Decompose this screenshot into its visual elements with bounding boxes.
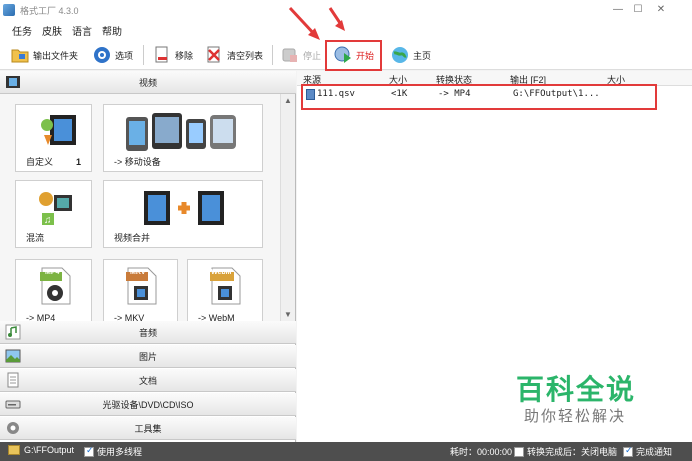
- tile-mux[interactable]: ♫ 混流: [15, 180, 92, 248]
- multithread-label: 使用多线程: [97, 447, 143, 457]
- tile-badge: WebM: [211, 269, 232, 276]
- video-merge-icon: [144, 191, 224, 225]
- remove-button[interactable]: 移除: [152, 44, 193, 66]
- tile-to-mkv[interactable]: MKV -> MKV: [103, 259, 178, 321]
- clear-list-label: 清空列表: [227, 50, 264, 61]
- checkbox-icon: [623, 445, 633, 457]
- section-document-label: 文档: [138, 375, 157, 386]
- svg-text:♫: ♫: [44, 215, 52, 226]
- tile-custom[interactable]: 自定义 1: [15, 104, 92, 172]
- window-title: 格式工厂 4.3.0: [20, 5, 79, 16]
- tile-count: 1: [75, 157, 81, 167]
- notify-label: 完成通知: [636, 447, 673, 457]
- clear-list-button[interactable]: 清空列表: [204, 44, 263, 66]
- watermark-subtitle: 助你轻松解决: [524, 407, 627, 425]
- tile-label: -> 移动设备: [114, 157, 161, 167]
- tile-video-merge[interactable]: 视频合并: [103, 180, 263, 248]
- home-label: 主页: [413, 50, 432, 61]
- elapsed-label: 耗时：00:00:00: [450, 447, 513, 457]
- tile-label: 混流: [26, 233, 45, 243]
- output-folder-button[interactable]: 输出文件夹: [10, 44, 78, 66]
- section-disc-label: 光驱设备\DVD\CD\ISO: [102, 399, 194, 410]
- tile-to-webm[interactable]: WebM -> WebM: [187, 259, 263, 321]
- section-disc[interactable]: 光驱设备\DVD\CD\ISO: [0, 393, 296, 416]
- tile-badge: MP4: [45, 269, 60, 276]
- folder-icon: [11, 49, 29, 63]
- remove-icon: [155, 46, 168, 63]
- watermark-title: 百科全说: [516, 373, 637, 406]
- tile-label: 视频合并: [114, 233, 151, 243]
- clear-list-icon: [207, 46, 220, 63]
- minimize-button[interactable]: —: [609, 3, 627, 17]
- output-folder-label: 输出文件夹: [33, 50, 79, 61]
- home-globe-icon: [392, 47, 408, 63]
- category-panel: 视频 自定义 1 -> 移动设备 ♫ 混流 视频合并 MP4 -> MP4 MK…: [0, 71, 296, 442]
- tile-to-mp4[interactable]: MP4 -> MP4: [15, 259, 92, 321]
- scroll-down-icon[interactable]: ▼: [284, 310, 292, 319]
- close-button[interactable]: ✕: [652, 3, 670, 17]
- options-button[interactable]: 选项: [92, 44, 133, 66]
- output-path-label: G:\FFOutput: [24, 445, 75, 455]
- menu-language[interactable]: 语言: [72, 23, 92, 38]
- tile-mobile-device[interactable]: -> 移动设备: [103, 104, 263, 172]
- tile-badge: MKV: [130, 269, 146, 276]
- remove-label: 移除: [175, 50, 194, 61]
- checkbox-icon: [84, 445, 94, 457]
- home-button[interactable]: 主页: [390, 44, 431, 66]
- section-video-label: 视频: [138, 77, 157, 88]
- scroll-up-icon[interactable]: ▲: [284, 96, 292, 105]
- mobile-devices-icon: [126, 113, 236, 151]
- disc-drive-icon: [5, 400, 21, 409]
- annotation-arrows: [288, 6, 345, 40]
- menu-help[interactable]: 帮助: [102, 23, 122, 38]
- elapsed-time: 耗时：00:00:00: [450, 445, 512, 458]
- section-video[interactable]: 视频: [0, 71, 296, 94]
- tile-label: -> MKV: [114, 313, 145, 321]
- menu-task[interactable]: 任务: [12, 23, 32, 38]
- custom-video-icon: [41, 115, 76, 145]
- folder-icon: [8, 445, 20, 455]
- checkbox-icon: [514, 446, 524, 457]
- document-icon: [7, 372, 19, 388]
- section-audio[interactable]: 音频: [0, 321, 296, 344]
- app-icon: [3, 4, 15, 16]
- tile-label: 自定义: [26, 157, 54, 167]
- section-tools[interactable]: 工具集: [0, 417, 296, 440]
- tile-scrollbar[interactable]: ▲ ▼: [280, 94, 295, 321]
- section-picture-label: 图片: [138, 351, 157, 362]
- multithread-checkbox[interactable]: 使用多线程: [84, 445, 142, 458]
- video-tile-grid: 自定义 1 -> 移动设备 ♫ 混流 视频合并 MP4 -> MP4 MKV -…: [0, 94, 280, 321]
- tools-gear-icon: [7, 422, 19, 434]
- task-row-highlight: [301, 84, 657, 110]
- picture-icon: [5, 349, 21, 363]
- section-picture[interactable]: 图片: [0, 345, 296, 368]
- maximize-button[interactable]: ☐: [629, 3, 647, 17]
- options-icon: [94, 47, 110, 63]
- mux-icon: ♫: [39, 192, 72, 226]
- shutdown-checkbox[interactable]: 转换完成后：关闭电脑: [514, 445, 617, 458]
- status-bar: G:\FFOutput 使用多线程 耗时：00:00:00 转换完成后：关闭电脑…: [0, 442, 692, 461]
- output-path[interactable]: G:\FFOutput: [8, 445, 74, 455]
- section-tools-label: 工具集: [134, 423, 162, 434]
- music-note-icon: [5, 324, 21, 340]
- toolbar-separator: [143, 45, 144, 65]
- shutdown-label: 转换完成后：关闭电脑: [527, 447, 618, 457]
- section-audio-label: 音频: [138, 327, 157, 338]
- toolbar-separator: [272, 45, 273, 65]
- menu-skin[interactable]: 皮肤: [42, 23, 62, 38]
- section-document[interactable]: 文档: [0, 369, 296, 392]
- options-label: 选项: [115, 50, 134, 61]
- notify-checkbox[interactable]: 完成通知: [623, 445, 672, 458]
- film-icon: [6, 76, 20, 88]
- tile-label: -> MP4: [26, 313, 56, 321]
- tile-label: -> WebM: [198, 313, 235, 321]
